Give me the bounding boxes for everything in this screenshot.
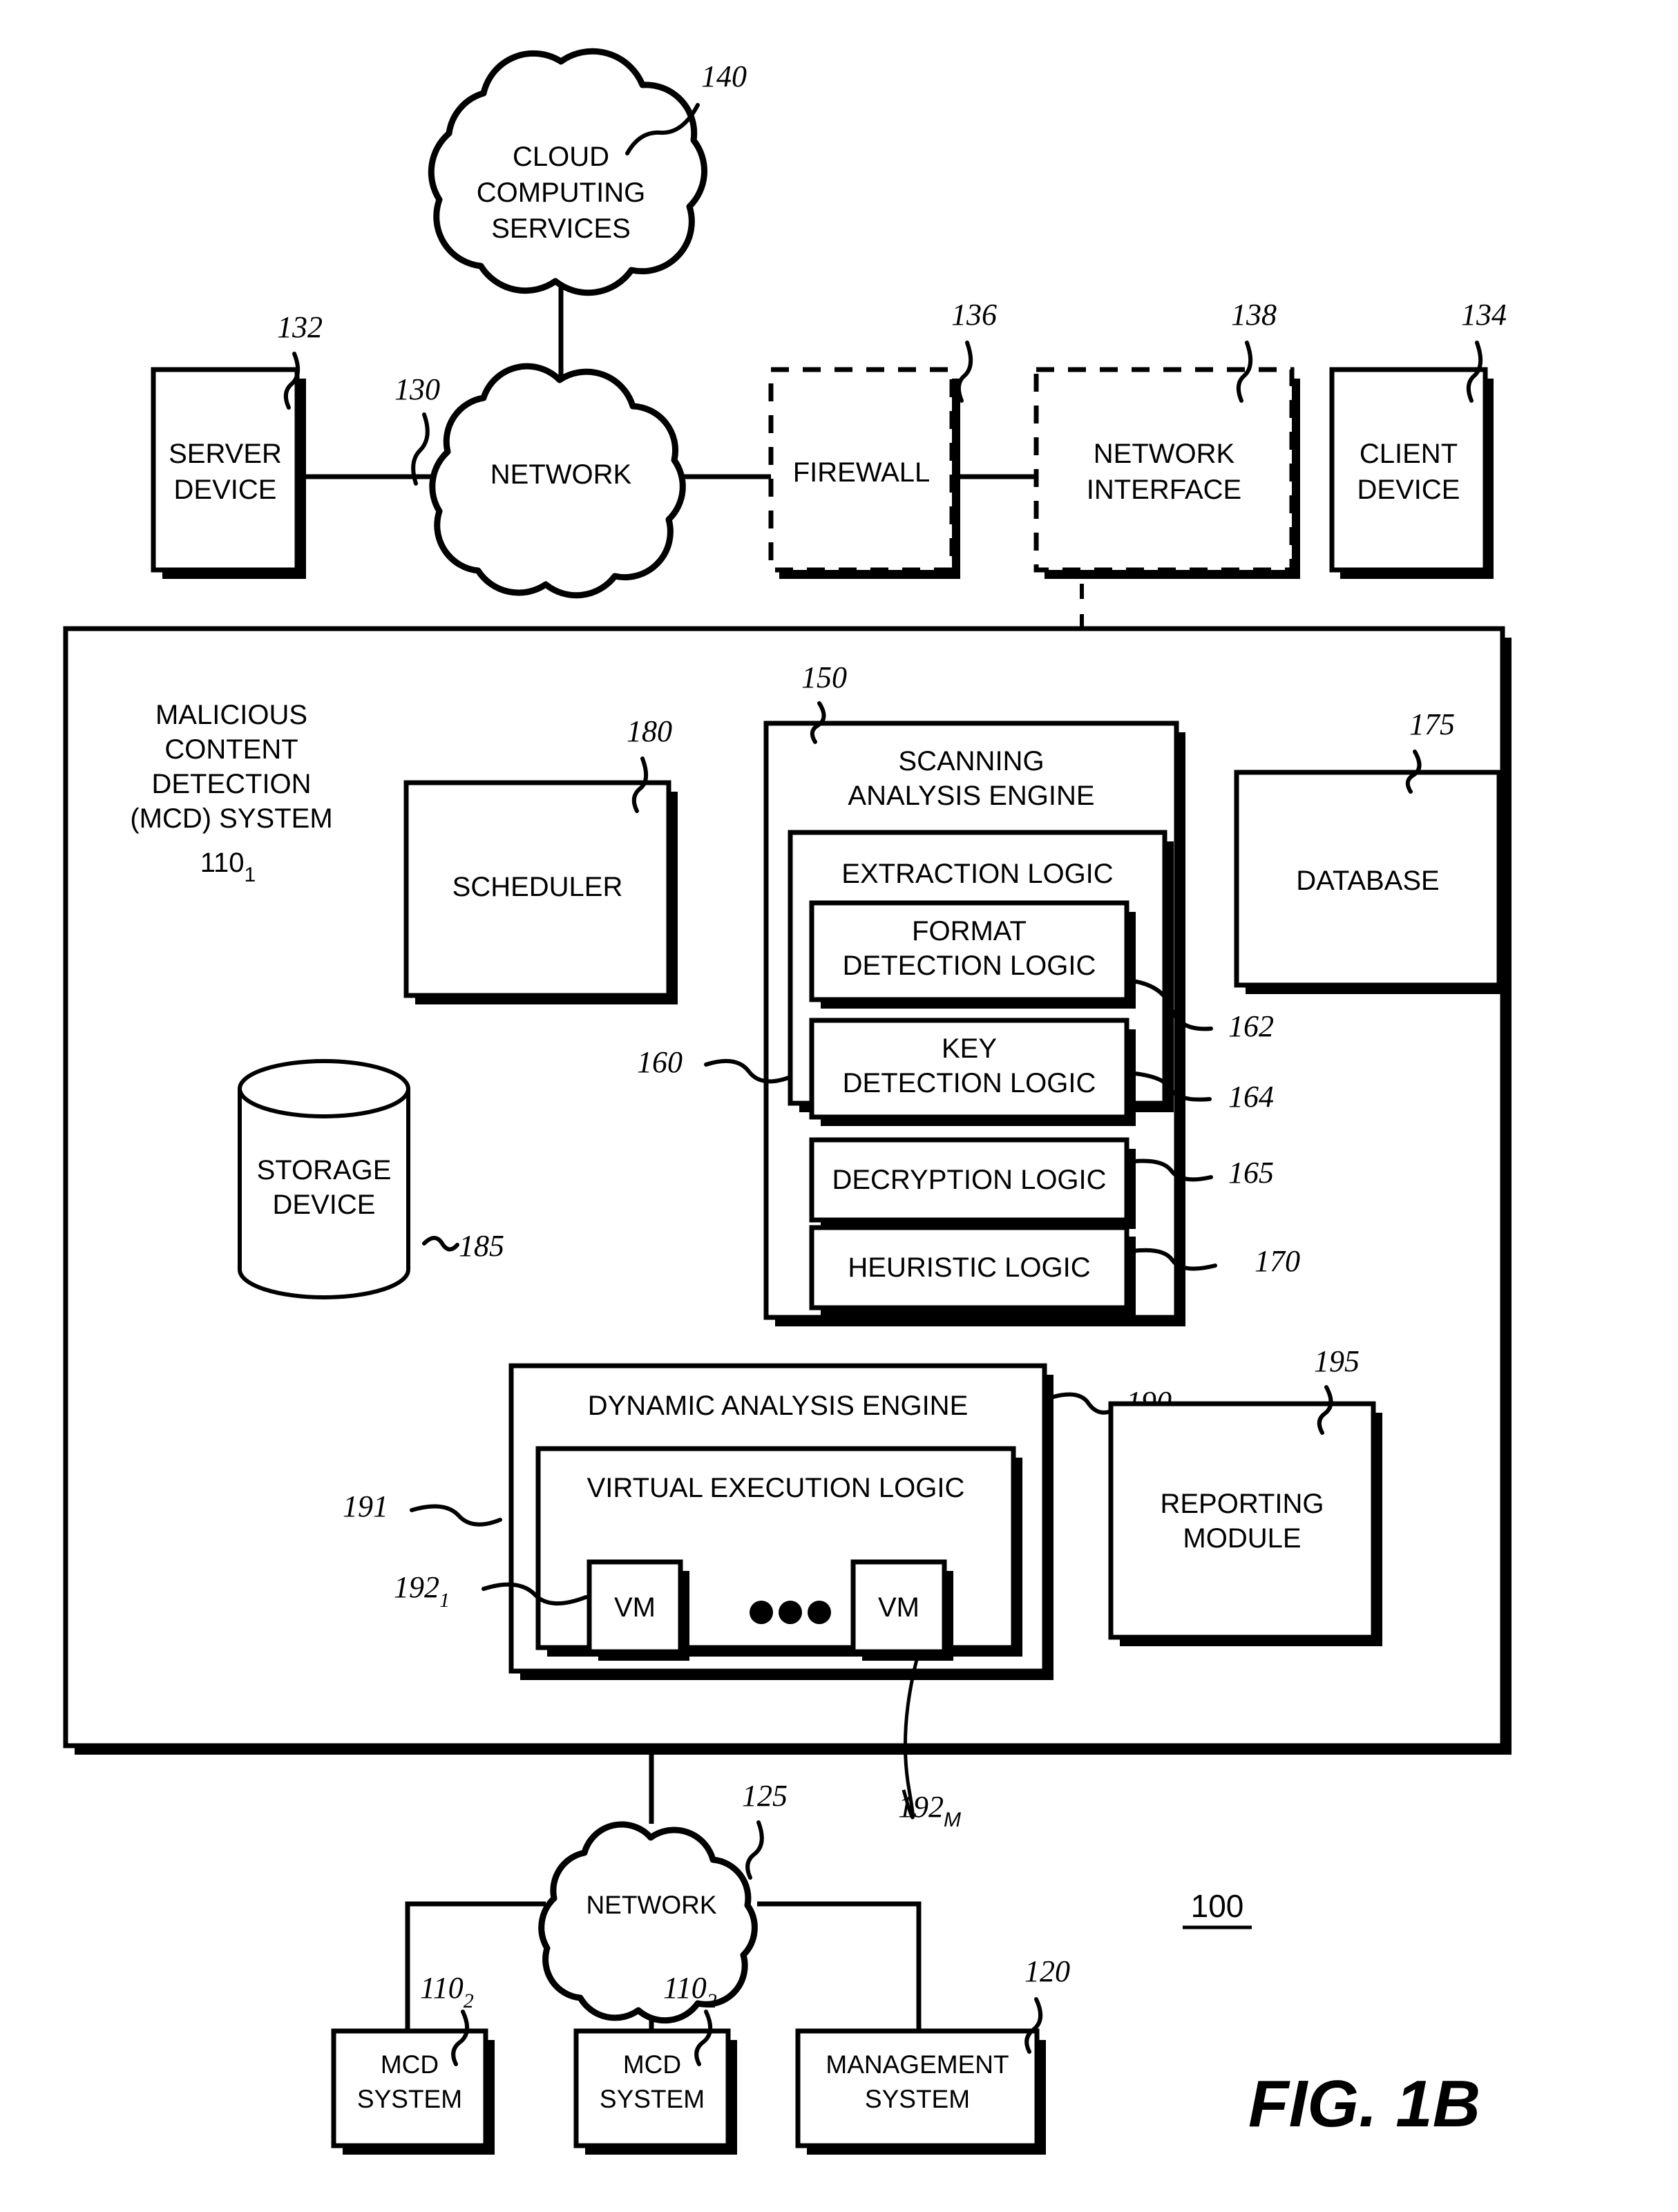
ellipsis-dot-3: [808, 1601, 831, 1624]
ellipsis-dot-1: [750, 1601, 773, 1624]
ref-130: 130: [394, 372, 440, 406]
ref-136: 136: [951, 298, 997, 332]
line-network-to-management: [757, 1901, 922, 2031]
scanning-engine-label-line1: SCANNING: [898, 746, 1044, 776]
server-device-label-line1: SERVER: [169, 439, 282, 469]
virtual-exec-label: VIRTUAL EXECUTION LOGIC: [587, 1473, 965, 1503]
mcd-system-label-line4: (MCD) SYSTEM: [130, 803, 332, 834]
leader-130: [411, 412, 430, 486]
mcd-system-ref-base: 110: [200, 848, 245, 878]
vm-last-label: VM: [878, 1592, 919, 1623]
ref-150: 150: [801, 660, 847, 694]
ref-175: 175: [1409, 707, 1455, 741]
ref-125: 125: [742, 1779, 788, 1813]
firewall-label: FIREWALL: [793, 457, 931, 488]
storage-device-cylinder-top: [238, 1059, 410, 1118]
mcd-system-2b-label-line1: MCD: [623, 2050, 681, 2079]
network-interface-node[interactable]: NETWORK INTERFACE 138: [1033, 298, 1300, 579]
vm-ellipsis: [750, 1601, 831, 1624]
ref-192-m: 192M: [898, 1790, 961, 1831]
leader-125: [745, 1820, 764, 1880]
line-network-to-mcd2a: [405, 1901, 546, 2031]
management-system-label-line1: MANAGEMENT: [826, 2050, 1009, 2079]
ref-110-2b-sub: 2: [707, 1990, 717, 2012]
ref-185: 185: [459, 1229, 504, 1263]
storage-device-label-line1: STORAGE: [257, 1155, 392, 1185]
network-top-label: NETWORK: [490, 459, 632, 490]
cloud-services-label-line1: CLOUD: [513, 142, 609, 172]
figure-canvas: CLOUD COMPUTING SERVICES 140 NETWORK 130…: [63, 48, 1512, 2155]
mcd-system-2b-label-line2: SYSTEM: [600, 2085, 705, 2113]
key-detection-label-line2: DETECTION LOGIC: [843, 1068, 1096, 1098]
ref-162: 162: [1228, 1009, 1274, 1043]
database-label: DATABASE: [1296, 866, 1439, 896]
ref-164: 164: [1228, 1080, 1274, 1114]
ref-192-m-sub: M: [944, 1809, 961, 1831]
ref-165: 165: [1228, 1156, 1274, 1190]
ref-170: 170: [1255, 1244, 1300, 1278]
client-device-label-line2: DEVICE: [1357, 475, 1460, 505]
patent-figure-1b: CLOUD COMPUTING SERVICES 140 NETWORK 130…: [0, 0, 1678, 2212]
dynamic-engine-label: DYNAMIC ANALYSIS ENGINE: [588, 1391, 969, 1421]
network-top-node[interactable]: NETWORK 130: [394, 363, 686, 599]
ref-192-1-sub: 1: [439, 1589, 450, 1612]
ref-110-2a-base: 110: [420, 1971, 464, 2005]
cloud-services-label-line2: COMPUTING: [477, 178, 645, 208]
ref-192-1-base: 192: [394, 1570, 439, 1604]
firewall-node[interactable]: FIREWALL 136: [768, 298, 997, 579]
key-detection-label-line1: KEY: [942, 1033, 997, 1064]
decryption-logic-label: DECRYPTION LOGIC: [832, 1165, 1106, 1195]
cloud-computing-services-node[interactable]: CLOUD COMPUTING SERVICES 140: [428, 48, 747, 296]
server-device-node[interactable]: SERVER DEVICE 132: [151, 310, 323, 579]
cloud-services-label-line3: SERVICES: [491, 213, 631, 244]
reporting-module-label-line1: REPORTING: [1160, 1489, 1324, 1519]
system-ref-100: 100: [1183, 1888, 1252, 1929]
client-device-label-line1: CLIENT: [1360, 439, 1458, 469]
mcd-system-2a-label-line2: SYSTEM: [357, 2085, 462, 2113]
mcd-system-ref-sub: 1: [245, 864, 256, 886]
ref-110-2a-sub: 2: [464, 1990, 474, 2012]
server-device-label-line2: DEVICE: [174, 475, 277, 505]
network-interface-label-line1: NETWORK: [1094, 439, 1235, 469]
ref-134: 134: [1461, 298, 1507, 332]
management-system-label-line2: SYSTEM: [865, 2085, 970, 2113]
mcd-system-label-line1: MALICIOUS: [155, 700, 307, 730]
ref-180: 180: [627, 714, 672, 748]
reporting-module-label-line2: MODULE: [1183, 1523, 1301, 1554]
format-detection-label-line1: FORMAT: [912, 916, 1027, 946]
network-bottom-label: NETWORK: [586, 1891, 716, 1919]
reporting-module-box: [1108, 1401, 1376, 1640]
ref-191: 191: [343, 1489, 388, 1523]
ref-110-2a: 1102: [420, 1971, 474, 2012]
server-device-box: [151, 367, 300, 573]
management-system-node[interactable]: MANAGEMENT SYSTEM 120: [795, 1954, 1070, 2155]
ellipsis-dot-2: [779, 1601, 802, 1624]
mcd-system-label-line2: CONTENT: [164, 734, 298, 765]
network-interface-label-line2: INTERFACE: [1087, 475, 1241, 505]
scanning-engine-label-line2: ANALYSIS ENGINE: [848, 781, 1094, 811]
ref-160: 160: [637, 1045, 683, 1079]
mcd-system-2a-label-line1: MCD: [381, 2050, 439, 2079]
ref-195: 195: [1314, 1344, 1360, 1378]
ref-110-2b-base: 110: [663, 1971, 707, 2005]
client-device-box: [1329, 367, 1488, 573]
ref-120: 120: [1024, 1954, 1070, 1988]
scheduler-label: SCHEDULER: [452, 872, 623, 902]
mcd-system-2a-node[interactable]: MCD SYSTEM 1102: [331, 1971, 495, 2155]
leader-136: [956, 341, 973, 403]
system-ref-100-label: 100: [1191, 1888, 1244, 1924]
storage-device-label-line2: DEVICE: [273, 1190, 376, 1220]
ref-138: 138: [1231, 298, 1277, 332]
vm-first-label: VM: [614, 1592, 656, 1623]
figure-caption: FIG. 1B: [1248, 2067, 1480, 2141]
client-device-node[interactable]: CLIENT DEVICE 134: [1329, 298, 1507, 579]
mcd-system-label-line3: DETECTION: [151, 769, 311, 799]
ref-140: 140: [701, 59, 747, 93]
extraction-logic-label: EXTRACTION LOGIC: [841, 859, 1113, 889]
network-interface-box: [1033, 367, 1295, 573]
ref-132: 132: [277, 310, 323, 344]
format-detection-label-line2: DETECTION LOGIC: [843, 951, 1096, 981]
heuristic-logic-label: HEURISTIC LOGIC: [848, 1252, 1090, 1283]
cloud-shape-network-bottom: [538, 1821, 758, 2024]
